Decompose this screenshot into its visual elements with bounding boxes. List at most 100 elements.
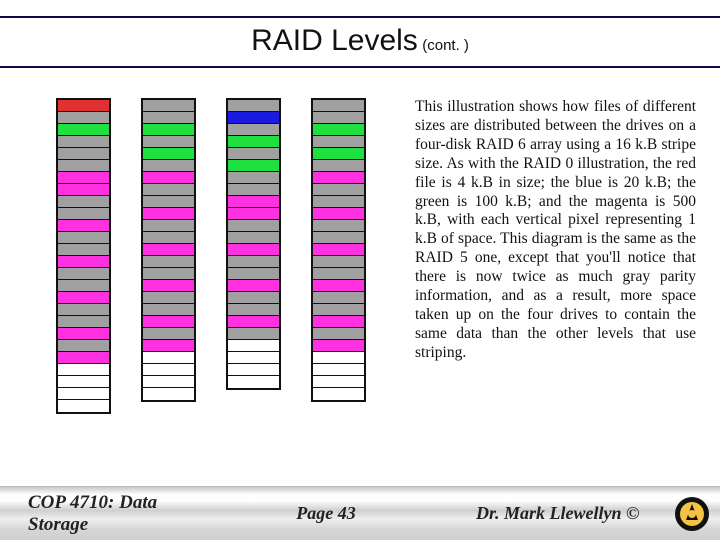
stripe-magenta	[143, 172, 194, 184]
stripe-gray	[58, 112, 109, 124]
stripe-magenta	[58, 184, 109, 196]
stripe-gray	[58, 148, 109, 160]
stripe-green	[228, 160, 279, 172]
stripe-white	[143, 388, 194, 400]
stripe-magenta	[313, 208, 364, 220]
stripe-white	[143, 376, 194, 388]
stripe-green	[143, 124, 194, 136]
stripe-gray	[143, 304, 194, 316]
footer-author: Dr. Mark Llewellyn ©	[436, 503, 664, 524]
stripe-magenta	[313, 280, 364, 292]
stripe-magenta	[228, 280, 279, 292]
description-text: This illustration shows how files of dif…	[415, 98, 696, 363]
raid-diagram	[56, 98, 366, 414]
stripe-gray	[143, 256, 194, 268]
stripe-green	[143, 148, 194, 160]
stripe-magenta	[228, 316, 279, 328]
stripe-gray	[313, 196, 364, 208]
university-seal-icon	[664, 496, 720, 532]
stripe-magenta	[143, 208, 194, 220]
stripe-magenta	[58, 172, 109, 184]
content-area: This illustration shows how files of dif…	[0, 84, 720, 480]
stripe-magenta	[143, 340, 194, 352]
stripe-green	[228, 136, 279, 148]
stripe-gray	[143, 328, 194, 340]
stripe-gray	[228, 184, 279, 196]
stripe-gray	[58, 136, 109, 148]
stripe-magenta	[228, 244, 279, 256]
stripe-gray	[58, 232, 109, 244]
stripe-gray	[143, 100, 194, 112]
stripe-gray	[313, 100, 364, 112]
stripe-white	[143, 352, 194, 364]
drive-column-3	[226, 98, 281, 390]
stripe-white	[58, 400, 109, 412]
stripe-gray	[228, 256, 279, 268]
title-bar: RAID Levels (cont. )	[0, 16, 720, 68]
stripe-gray	[313, 268, 364, 280]
stripe-gray	[313, 136, 364, 148]
stripe-gray	[313, 292, 364, 304]
stripe-gray	[143, 220, 194, 232]
stripe-gray	[58, 196, 109, 208]
stripe-green	[313, 124, 364, 136]
stripe-white	[313, 376, 364, 388]
drive-column-2	[141, 98, 196, 402]
stripe-gray	[58, 208, 109, 220]
stripe-magenta	[58, 220, 109, 232]
stripe-magenta	[313, 172, 364, 184]
footer-course: COP 4710: Data Storage	[0, 492, 216, 536]
stripe-gray	[143, 160, 194, 172]
stripe-white	[228, 364, 279, 376]
slide-container: RAID Levels (cont. ) This illustration s…	[0, 0, 720, 540]
stripe-white	[313, 364, 364, 376]
stripe-gray	[228, 268, 279, 280]
stripe-white	[228, 340, 279, 352]
footer-page: Page 43	[216, 503, 436, 524]
stripe-gray	[143, 268, 194, 280]
slide-title: RAID Levels	[251, 24, 418, 57]
stripe-gray	[313, 184, 364, 196]
stripe-white	[228, 352, 279, 364]
stripe-green	[313, 148, 364, 160]
stripe-gray	[58, 160, 109, 172]
stripe-red	[58, 100, 109, 112]
stripe-magenta	[58, 292, 109, 304]
stripe-gray	[58, 268, 109, 280]
stripe-gray	[143, 184, 194, 196]
stripe-gray	[58, 244, 109, 256]
drive-column-1	[56, 98, 111, 414]
stripe-white	[313, 352, 364, 364]
stripe-magenta	[143, 280, 194, 292]
stripe-white	[58, 376, 109, 388]
stripe-gray	[313, 328, 364, 340]
stripe-gray	[228, 292, 279, 304]
stripe-magenta	[313, 316, 364, 328]
stripe-gray	[228, 232, 279, 244]
stripe-magenta	[313, 340, 364, 352]
slide-title-sub: (cont. )	[422, 37, 469, 54]
stripe-magenta	[143, 244, 194, 256]
stripe-gray	[143, 112, 194, 124]
stripe-blue	[228, 112, 279, 124]
stripe-magenta	[228, 208, 279, 220]
stripe-gray	[313, 304, 364, 316]
stripe-gray	[58, 340, 109, 352]
stripe-gray	[143, 232, 194, 244]
stripe-white	[58, 364, 109, 376]
stripe-gray	[313, 232, 364, 244]
stripe-magenta	[58, 352, 109, 364]
stripe-gray	[143, 136, 194, 148]
stripe-gray	[228, 220, 279, 232]
stripe-gray	[313, 256, 364, 268]
stripe-white	[313, 388, 364, 400]
stripe-white	[228, 376, 279, 388]
stripe-white	[143, 364, 194, 376]
stripe-magenta	[313, 244, 364, 256]
stripe-gray	[143, 196, 194, 208]
stripe-gray	[143, 292, 194, 304]
stripe-gray	[228, 100, 279, 112]
stripe-gray	[313, 112, 364, 124]
stripe-white	[58, 388, 109, 400]
stripe-gray	[58, 280, 109, 292]
